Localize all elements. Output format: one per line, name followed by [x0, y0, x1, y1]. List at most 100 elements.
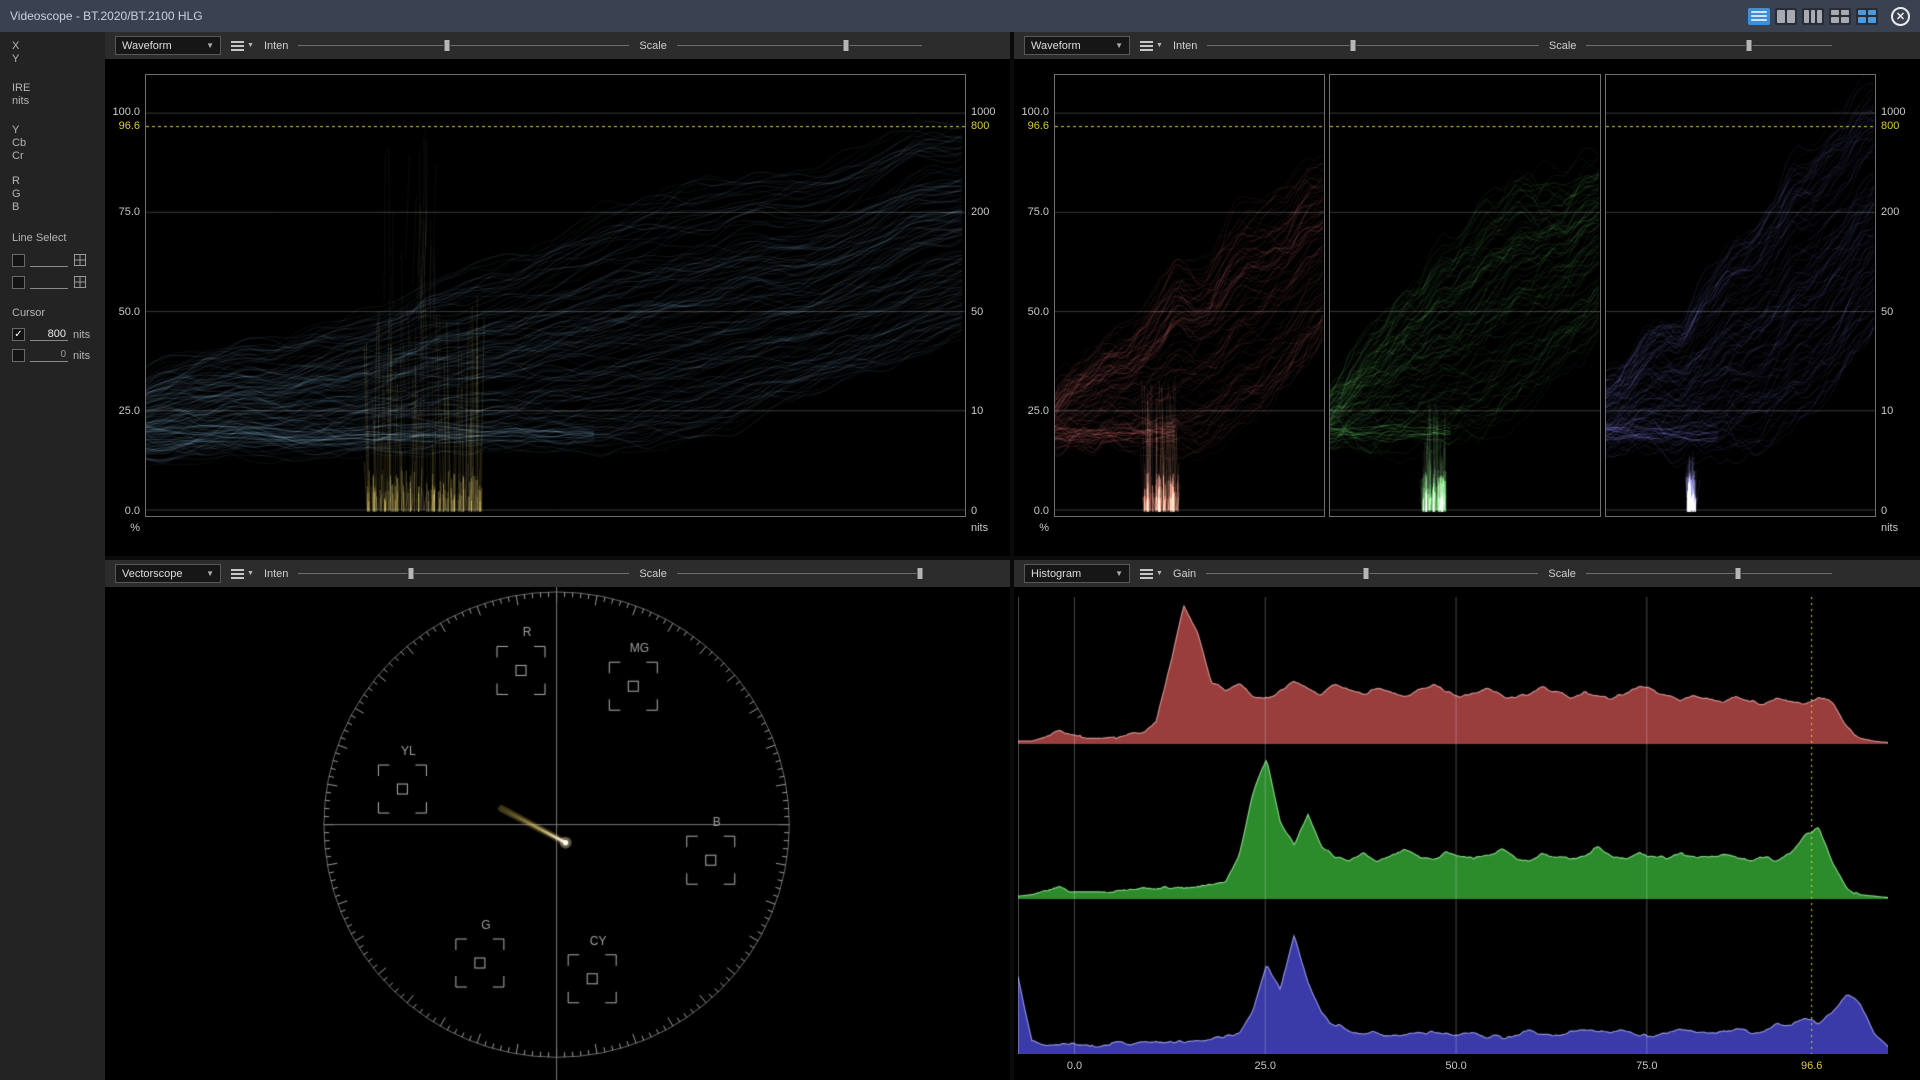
histogram-x-axis: 0.025.050.075.096.6 — [1018, 1060, 1888, 1075]
readout-x-label: X — [12, 40, 101, 53]
line-select-pick-icon[interactable] — [73, 253, 87, 267]
waveform-luma-scale-slider[interactable] — [677, 38, 922, 53]
cursor-label: Cursor — [12, 307, 101, 320]
waveform-luma-options-button[interactable]: ▼ — [231, 41, 254, 51]
cursor-nits2-unit: nits — [73, 350, 90, 362]
list-icon — [1140, 41, 1153, 51]
axis-label-10: 10 — [1881, 405, 1893, 417]
chevron-down-icon: ▼ — [1156, 570, 1163, 577]
waveform-luma-header: Waveform ▼ ▼ Inten Scale — [105, 32, 1010, 59]
waveform-left-axis: 100.096.675.050.025.00.0% — [1014, 74, 1054, 517]
list-icon — [1140, 569, 1153, 579]
readout-cb-label: Cb — [12, 137, 101, 150]
mode-label: Histogram — [1031, 568, 1081, 580]
histogram-scale-slider[interactable] — [1586, 566, 1832, 581]
scale-label: Scale — [1549, 40, 1577, 52]
slider-thumb[interactable] — [843, 39, 850, 52]
axis-label-50.0: 50.0 — [1028, 306, 1049, 318]
axis-label-1000: 1000 — [1881, 106, 1905, 118]
axis-unit-%: % — [130, 522, 140, 534]
layout-grid-icon[interactable] — [1856, 8, 1878, 25]
slider-track — [1586, 573, 1832, 574]
layout-four-pane-icon[interactable] — [1829, 8, 1851, 25]
titlebar-controls: ✕ — [1748, 7, 1910, 26]
parade-blue-section — [1605, 74, 1876, 517]
waveform-rgb-scale-slider[interactable] — [1586, 38, 1832, 53]
waveform-rgb-mode-dropdown[interactable]: Waveform ▼ — [1024, 36, 1130, 55]
axis-label-0: 0 — [971, 505, 977, 517]
slider-thumb[interactable] — [1745, 39, 1752, 52]
vectorscope-scale-slider[interactable] — [677, 566, 922, 581]
axis-label-10: 10 — [971, 405, 983, 417]
cursor-nits2-checkbox[interactable] — [12, 349, 25, 362]
slider-thumb[interactable] — [407, 567, 414, 580]
vectorscope-options-button[interactable]: ▼ — [231, 569, 254, 579]
chevron-down-icon: ▼ — [1115, 41, 1123, 50]
chevron-down-icon: ▼ — [247, 42, 254, 49]
readout-cr-label: Cr — [12, 150, 101, 163]
line-select-checkbox-1[interactable] — [12, 254, 25, 267]
line-select-field-2[interactable] — [30, 276, 68, 289]
waveform-rgb-inten-slider[interactable] — [1207, 38, 1539, 53]
waveform-luma-canvas — [146, 75, 965, 516]
axis-label-100.0: 100.0 — [1021, 106, 1049, 118]
axis-unit-%: % — [1039, 522, 1049, 534]
layout-two-pane-icon[interactable] — [1775, 8, 1797, 25]
slider-track — [298, 573, 629, 574]
cursor-nits-checkbox[interactable]: ✓ — [12, 328, 25, 341]
line-select-pick-icon[interactable] — [73, 275, 87, 289]
window-title: Videoscope - BT.2020/BT.2100 HLG — [10, 9, 203, 23]
slider-track — [677, 45, 922, 46]
inten-label: Inten — [264, 568, 288, 580]
readout-luma-label: Y — [12, 124, 101, 137]
axis-label-75.0: 75.0 — [119, 206, 140, 218]
waveform-rgb-options-button[interactable]: ▼ — [1140, 41, 1163, 51]
cursor-nits2-value[interactable]: 0 — [30, 349, 68, 362]
axis-label-200: 200 — [971, 206, 989, 218]
vectorscope-mode-dropdown[interactable]: Vectorscope ▼ — [115, 564, 221, 583]
waveform-luma-inten-slider[interactable] — [298, 38, 629, 53]
parade-green-canvas — [1330, 75, 1599, 516]
slider-thumb[interactable] — [444, 39, 451, 52]
slider-thumb[interactable] — [1735, 567, 1742, 580]
hist-axis-label-25.0: 25.0 — [1255, 1060, 1276, 1072]
scope-grid: Waveform ▼ ▼ Inten Scale — [105, 32, 1920, 1080]
waveform-luma-mode-dropdown[interactable]: Waveform ▼ — [115, 36, 221, 55]
readout-nits-label: nits — [12, 95, 101, 108]
panel-waveform-rgb: Waveform ▼ ▼ Inten Scale — [1014, 32, 1920, 556]
line-select-field-1[interactable] — [30, 254, 68, 267]
axis-label-800: 800 — [971, 120, 989, 132]
scale-label: Scale — [639, 568, 667, 580]
slider-thumb[interactable] — [1362, 567, 1369, 580]
waveform-left-axis: 100.096.675.050.025.00.0% — [105, 74, 145, 517]
axis-label-200: 200 — [1881, 206, 1899, 218]
close-icon[interactable]: ✕ — [1891, 7, 1910, 26]
vectorscope-canvas — [105, 587, 1010, 1080]
histogram-gain-slider[interactable] — [1206, 566, 1538, 581]
axis-label-96.6: 96.6 — [119, 120, 140, 132]
chevron-down-icon: ▼ — [206, 569, 214, 578]
waveform-luma-scope: 100.096.675.050.025.00.0% 10008002005010… — [105, 59, 1010, 556]
axis-label-25.0: 25.0 — [119, 405, 140, 417]
slider-thumb[interactable] — [916, 567, 923, 580]
layout-list-icon[interactable] — [1748, 8, 1770, 25]
axis-label-0.0: 0.0 — [125, 505, 140, 517]
chevron-down-icon: ▼ — [1115, 569, 1123, 578]
vectorscope-inten-slider[interactable] — [298, 566, 629, 581]
line-select-checkbox-2[interactable] — [12, 276, 25, 289]
waveform-right-axis: 100080020050100nits — [1876, 74, 1920, 517]
chevron-down-icon: ▼ — [247, 570, 254, 577]
cursor-nits-value[interactable]: 800 — [30, 328, 68, 341]
readout-ire-label: IRE — [12, 82, 101, 95]
scale-label: Scale — [639, 40, 667, 52]
slider-thumb[interactable] — [1350, 39, 1357, 52]
chevron-down-icon: ▼ — [206, 41, 214, 50]
axis-label-1000: 1000 — [971, 106, 995, 118]
vectorscope-header: Vectorscope ▼ ▼ Inten Scale — [105, 560, 1010, 587]
histogram-mode-dropdown[interactable]: Histogram ▼ — [1024, 564, 1130, 583]
readout-b-label: B — [12, 201, 101, 214]
list-icon — [231, 569, 244, 579]
axis-label-50.0: 50.0 — [119, 306, 140, 318]
layout-three-pane-icon[interactable] — [1802, 8, 1824, 25]
histogram-options-button[interactable]: ▼ — [1140, 569, 1163, 579]
